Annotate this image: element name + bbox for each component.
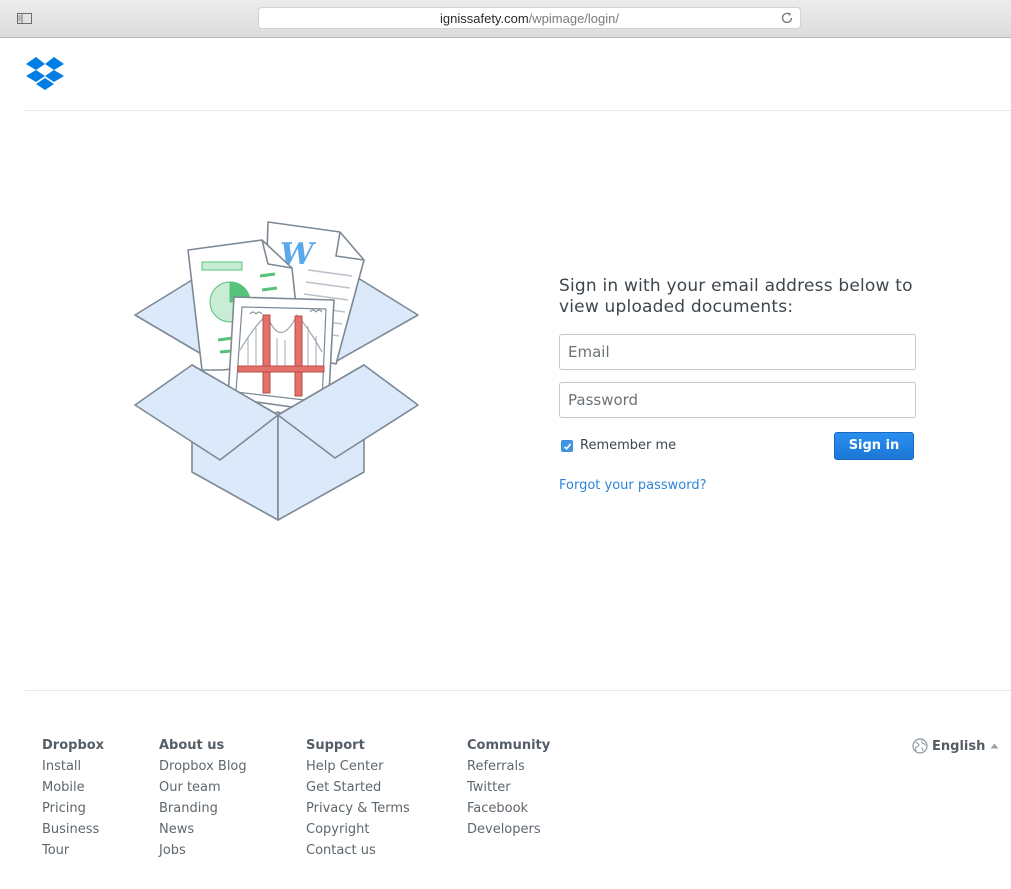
footer-divider <box>25 690 1011 691</box>
header-divider <box>25 110 1011 111</box>
footer-link-privacy-terms[interactable]: Privacy & Terms <box>306 801 410 822</box>
footer-link-business[interactable]: Business <box>42 822 104 843</box>
dropbox-logo-icon <box>26 57 64 90</box>
footer-column-dropbox: Dropbox Install Mobile Pricing Business … <box>42 738 104 864</box>
checkmark-icon <box>563 442 572 450</box>
remember-label: Remember me <box>580 438 677 453</box>
url-text: ignissafety.com/wpimage/login/ <box>259 11 800 26</box>
footer-heading: Community <box>467 738 551 753</box>
address-bar[interactable]: ignissafety.com/wpimage/login/ <box>258 7 801 29</box>
footer-link-help-center[interactable]: Help Center <box>306 759 410 780</box>
footer-link-copyright[interactable]: Copyright <box>306 822 410 843</box>
footer-column-support: Support Help Center Get Started Privacy … <box>306 738 410 864</box>
footer-column-community: Community Referrals Twitter Facebook Dev… <box>467 738 550 843</box>
remember-me[interactable]: Remember me <box>561 438 676 453</box>
language-selector[interactable]: English <box>912 738 999 754</box>
sidebar-toggle-button[interactable] <box>8 8 40 28</box>
signin-form: Sign in with your email address below to… <box>559 276 919 493</box>
globe-icon <box>912 738 928 754</box>
footer-link-jobs[interactable]: Jobs <box>159 843 247 864</box>
browser-toolbar: ignissafety.com/wpimage/login/ <box>0 0 1011 38</box>
open-box-illustration: W <box>130 220 425 534</box>
footer-link-developers[interactable]: Developers <box>467 822 550 843</box>
dropbox-logo[interactable] <box>26 56 64 94</box>
url-path: /wpimage/login/ <box>528 11 619 26</box>
footer-column-about: About us Dropbox Blog Our team Branding … <box>159 738 247 864</box>
footer-heading: Dropbox <box>42 738 105 753</box>
sidebar-toggle-icon <box>17 13 32 24</box>
footer-link-blog[interactable]: Dropbox Blog <box>159 759 247 780</box>
remember-checkbox[interactable] <box>561 439 573 452</box>
footer-link-tour[interactable]: Tour <box>42 843 104 864</box>
footer-heading: About us <box>159 738 225 753</box>
footer-link-twitter[interactable]: Twitter <box>467 780 550 801</box>
reload-icon[interactable] <box>780 11 794 25</box>
footer-link-get-started[interactable]: Get Started <box>306 780 410 801</box>
signin-button[interactable]: Sign in <box>834 432 914 460</box>
caret-up-icon <box>990 743 999 749</box>
language-label: English <box>932 738 986 754</box>
footer-link-mobile[interactable]: Mobile <box>42 780 104 801</box>
form-title: Sign in with your email address below to… <box>559 276 913 317</box>
footer-heading: Support <box>306 738 365 753</box>
footer-link-referrals[interactable]: Referrals <box>467 759 550 780</box>
footer-link-team[interactable]: Our team <box>159 780 247 801</box>
url-host: ignissafety.com <box>440 11 529 26</box>
forgot-password-link[interactable]: Forgot your password? <box>559 478 707 493</box>
footer-link-contact[interactable]: Contact us <box>306 843 410 864</box>
footer-link-facebook[interactable]: Facebook <box>467 801 550 822</box>
footer-link-branding[interactable]: Branding <box>159 801 247 822</box>
email-field[interactable] <box>559 334 916 370</box>
footer-link-pricing[interactable]: Pricing <box>42 801 104 822</box>
footer-link-install[interactable]: Install <box>42 759 104 780</box>
footer-link-news[interactable]: News <box>159 822 247 843</box>
open-box-documents-icon: W <box>134 221 419 521</box>
password-field[interactable] <box>559 382 916 418</box>
